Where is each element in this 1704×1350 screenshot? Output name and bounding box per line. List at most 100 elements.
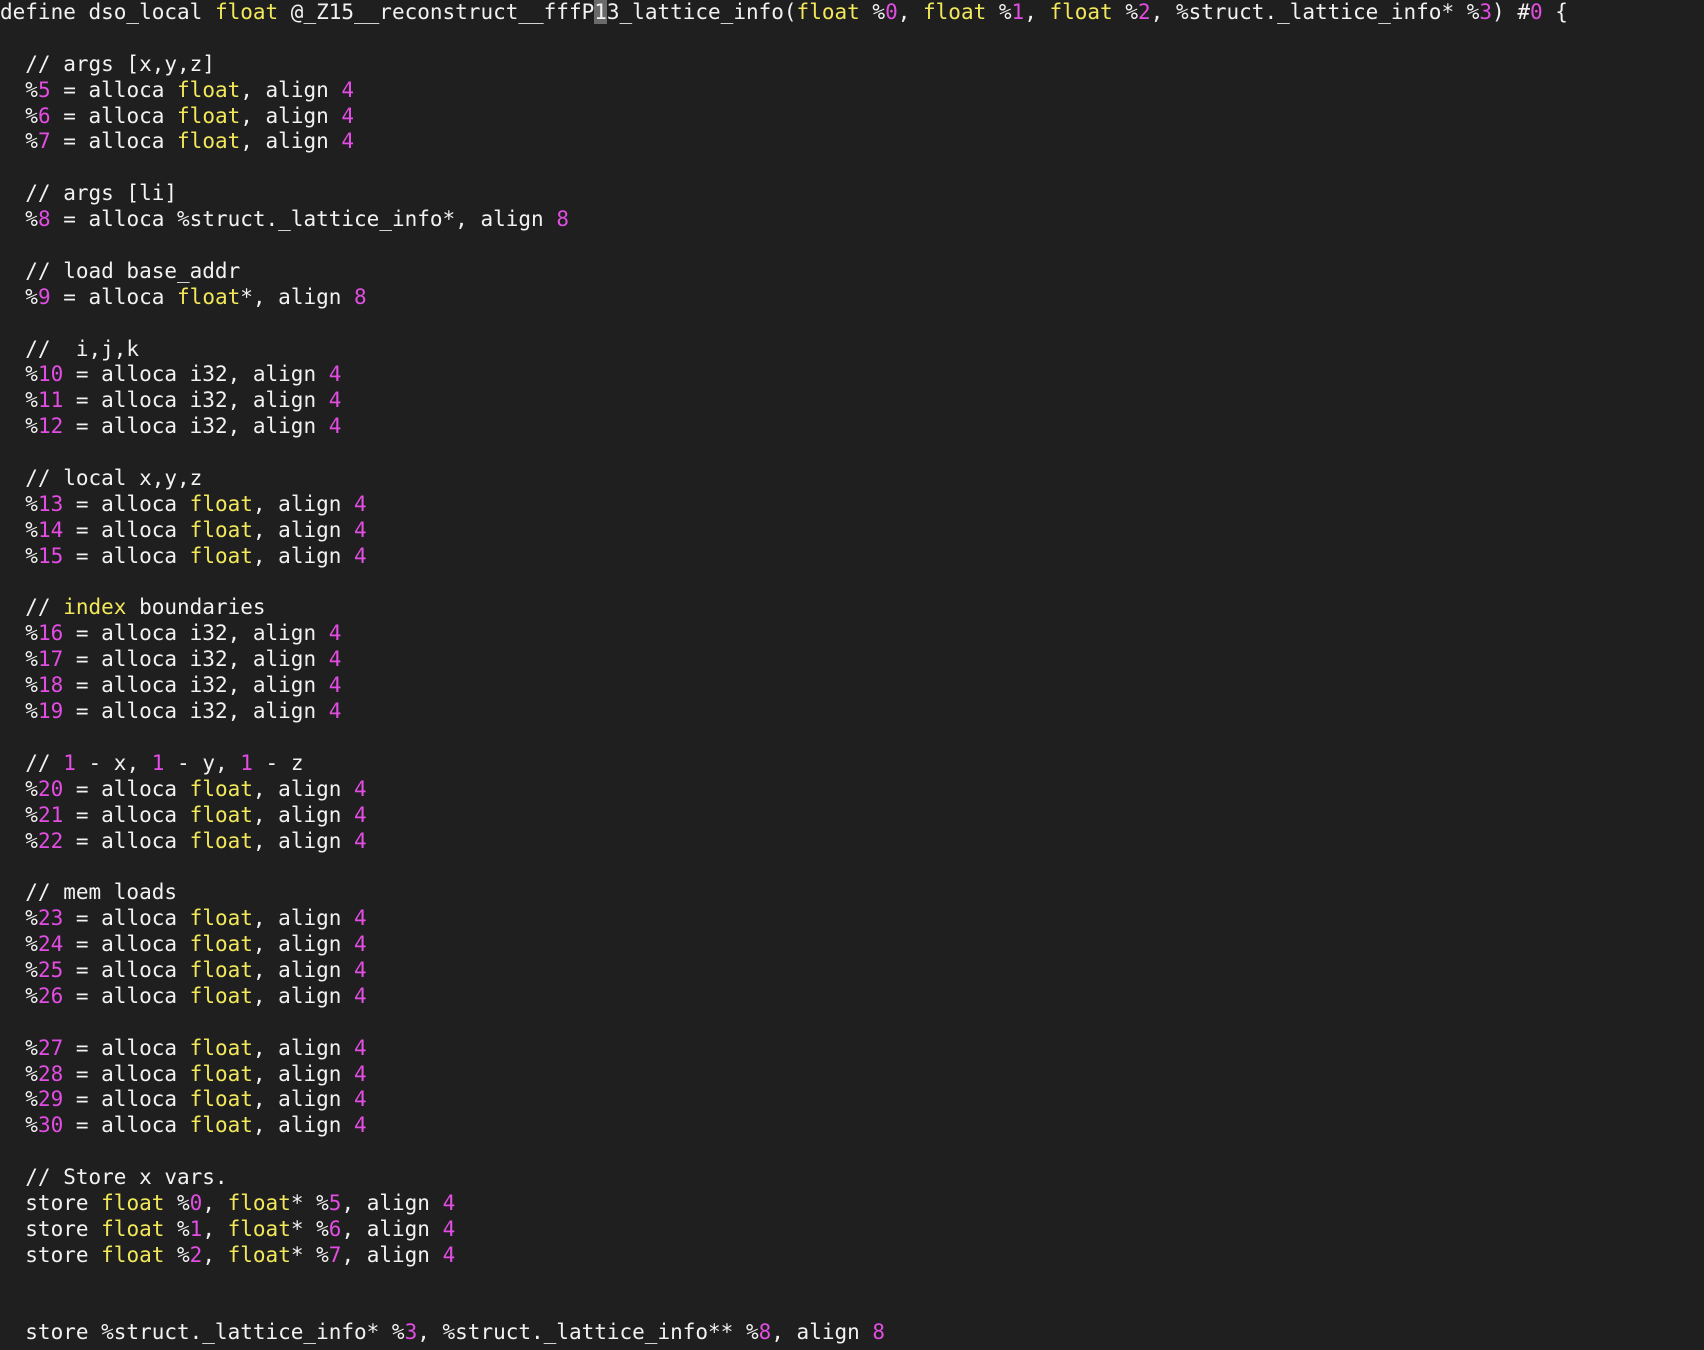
type-keyword: float: [227, 1242, 291, 1267]
code-line[interactable]: %6 = alloca float, align 4: [0, 104, 1704, 130]
code-line[interactable]: [0, 26, 1704, 52]
code-token: ) #: [1492, 0, 1530, 24]
type-keyword: float: [227, 1190, 291, 1215]
code-token: = alloca: [63, 802, 190, 827]
numeric-literal: 23: [37, 906, 64, 931]
code-line[interactable]: [0, 1139, 1704, 1165]
code-line[interactable]: // i,j,k: [0, 337, 1704, 363]
code-line[interactable]: %27 = alloca float, align 4: [0, 1036, 1704, 1062]
numeric-literal: 4: [354, 828, 367, 853]
code-line[interactable]: %28 = alloca float, align 4: [0, 1062, 1704, 1088]
numeric-literal: 30: [37, 1113, 64, 1138]
code-line[interactable]: [0, 233, 1704, 259]
code-editor[interactable]: define dso_local float @_Z15__reconstruc…: [0, 0, 1704, 1350]
numeric-literal: 4: [354, 543, 367, 568]
code-token: , align: [252, 906, 355, 931]
numeric-literal: 4: [354, 906, 367, 931]
code-line[interactable]: // Store x vars.: [0, 1165, 1704, 1191]
code-line[interactable]: %25 = alloca float, align 4: [0, 958, 1704, 984]
code-line[interactable]: // mem loads: [0, 880, 1704, 906]
code-line[interactable]: %29 = alloca float, align 4: [0, 1087, 1704, 1113]
code-line[interactable]: %20 = alloca float, align 4: [0, 777, 1704, 803]
code-token: %: [0, 388, 38, 413]
code-token: //: [0, 750, 64, 775]
type-keyword: float: [796, 0, 860, 24]
code-line[interactable]: %12 = alloca i32, align 4: [0, 414, 1704, 440]
code-line[interactable]: %30 = alloca float, align 4: [0, 1113, 1704, 1139]
code-token: // load base_addr: [0, 258, 241, 283]
code-line[interactable]: store float %0, float* %5, align 4: [0, 1191, 1704, 1217]
code-token: %: [0, 1087, 38, 1112]
numeric-literal: 10: [37, 362, 64, 387]
code-token: = alloca: [63, 1061, 190, 1086]
code-line[interactable]: [0, 854, 1704, 880]
code-line[interactable]: [0, 1269, 1704, 1295]
code-token: - z: [252, 750, 304, 775]
code-line[interactable]: %14 = alloca float, align 4: [0, 518, 1704, 544]
code-token: * %: [290, 1190, 329, 1215]
type-keyword: float: [214, 0, 279, 24]
code-token: %: [0, 1061, 38, 1086]
numeric-literal: 4: [354, 1035, 367, 1060]
code-line[interactable]: %16 = alloca i32, align 4: [0, 621, 1704, 647]
code-token: %: [0, 77, 38, 102]
code-line[interactable]: [0, 311, 1704, 337]
code-line[interactable]: %23 = alloca float, align 4: [0, 906, 1704, 932]
code-line[interactable]: %9 = alloca float*, align 8: [0, 285, 1704, 311]
code-line[interactable]: [0, 725, 1704, 751]
code-line[interactable]: store float %1, float* %6, align 4: [0, 1217, 1704, 1243]
code-token: , %struct._lattice_info* %: [1150, 0, 1480, 24]
type-keyword: float: [177, 284, 241, 309]
code-line[interactable]: %24 = alloca float, align 4: [0, 932, 1704, 958]
code-line[interactable]: // args [li]: [0, 181, 1704, 207]
code-line[interactable]: // 1 - x, 1 - y, 1 - z: [0, 751, 1704, 777]
numeric-literal: 1: [1011, 0, 1025, 24]
numeric-literal: 4: [328, 414, 342, 439]
code-line[interactable]: // local x,y,z: [0, 466, 1704, 492]
type-keyword: float: [189, 802, 253, 827]
code-line[interactable]: %11 = alloca i32, align 4: [0, 388, 1704, 414]
numeric-literal: 4: [354, 957, 367, 982]
numeric-literal: 4: [341, 77, 355, 102]
type-keyword: float: [189, 1113, 253, 1138]
code-line[interactable]: %19 = alloca i32, align 4: [0, 699, 1704, 725]
code-token: %: [859, 0, 886, 24]
code-line[interactable]: %18 = alloca i32, align 4: [0, 673, 1704, 699]
code-line[interactable]: %26 = alloca float, align 4: [0, 984, 1704, 1010]
code-line[interactable]: // load base_addr: [0, 259, 1704, 285]
code-token: , align: [252, 802, 355, 827]
code-line[interactable]: %22 = alloca float, align 4: [0, 829, 1704, 855]
code-line[interactable]: [0, 440, 1704, 466]
code-line[interactable]: [0, 1010, 1704, 1036]
code-line[interactable]: [0, 155, 1704, 181]
code-line[interactable]: [0, 1295, 1704, 1321]
code-token: %: [0, 906, 38, 931]
code-line[interactable]: %7 = alloca float, align 4: [0, 129, 1704, 155]
code-line[interactable]: %17 = alloca i32, align 4: [0, 647, 1704, 673]
code-token: = alloca: [63, 932, 190, 957]
code-token: = alloca: [63, 1035, 190, 1060]
code-line[interactable]: // args [x,y,z]: [0, 52, 1704, 78]
code-line[interactable]: %10 = alloca i32, align 4: [0, 362, 1704, 388]
code-line[interactable]: define dso_local float @_Z15__reconstruc…: [0, 0, 1704, 26]
code-line[interactable]: %15 = alloca float, align 4: [0, 544, 1704, 570]
code-line[interactable]: %21 = alloca float, align 4: [0, 803, 1704, 829]
code-line[interactable]: %8 = alloca %struct._lattice_info*, alig…: [0, 207, 1704, 233]
code-token: , align: [252, 1035, 355, 1060]
code-line[interactable]: // index boundaries: [0, 595, 1704, 621]
code-token: %: [0, 1113, 38, 1138]
code-token: = alloca: [63, 543, 190, 568]
numeric-literal: 4: [442, 1216, 456, 1241]
code-line[interactable]: %13 = alloca float, align 4: [0, 492, 1704, 518]
code-token: * %: [290, 1216, 329, 1241]
code-line[interactable]: store %struct._lattice_info* %3, %struct…: [0, 1320, 1704, 1346]
type-keyword: float: [101, 1216, 165, 1241]
code-token: = alloca: [63, 1087, 190, 1112]
type-keyword: float: [189, 517, 253, 542]
numeric-literal: 4: [341, 129, 355, 154]
numeric-literal: 4: [328, 673, 342, 698]
code-token: = alloca i32, align: [63, 362, 329, 387]
code-line[interactable]: %5 = alloca float, align 4: [0, 78, 1704, 104]
code-line[interactable]: store float %2, float* %7, align 4: [0, 1243, 1704, 1269]
code-line[interactable]: [0, 570, 1704, 596]
